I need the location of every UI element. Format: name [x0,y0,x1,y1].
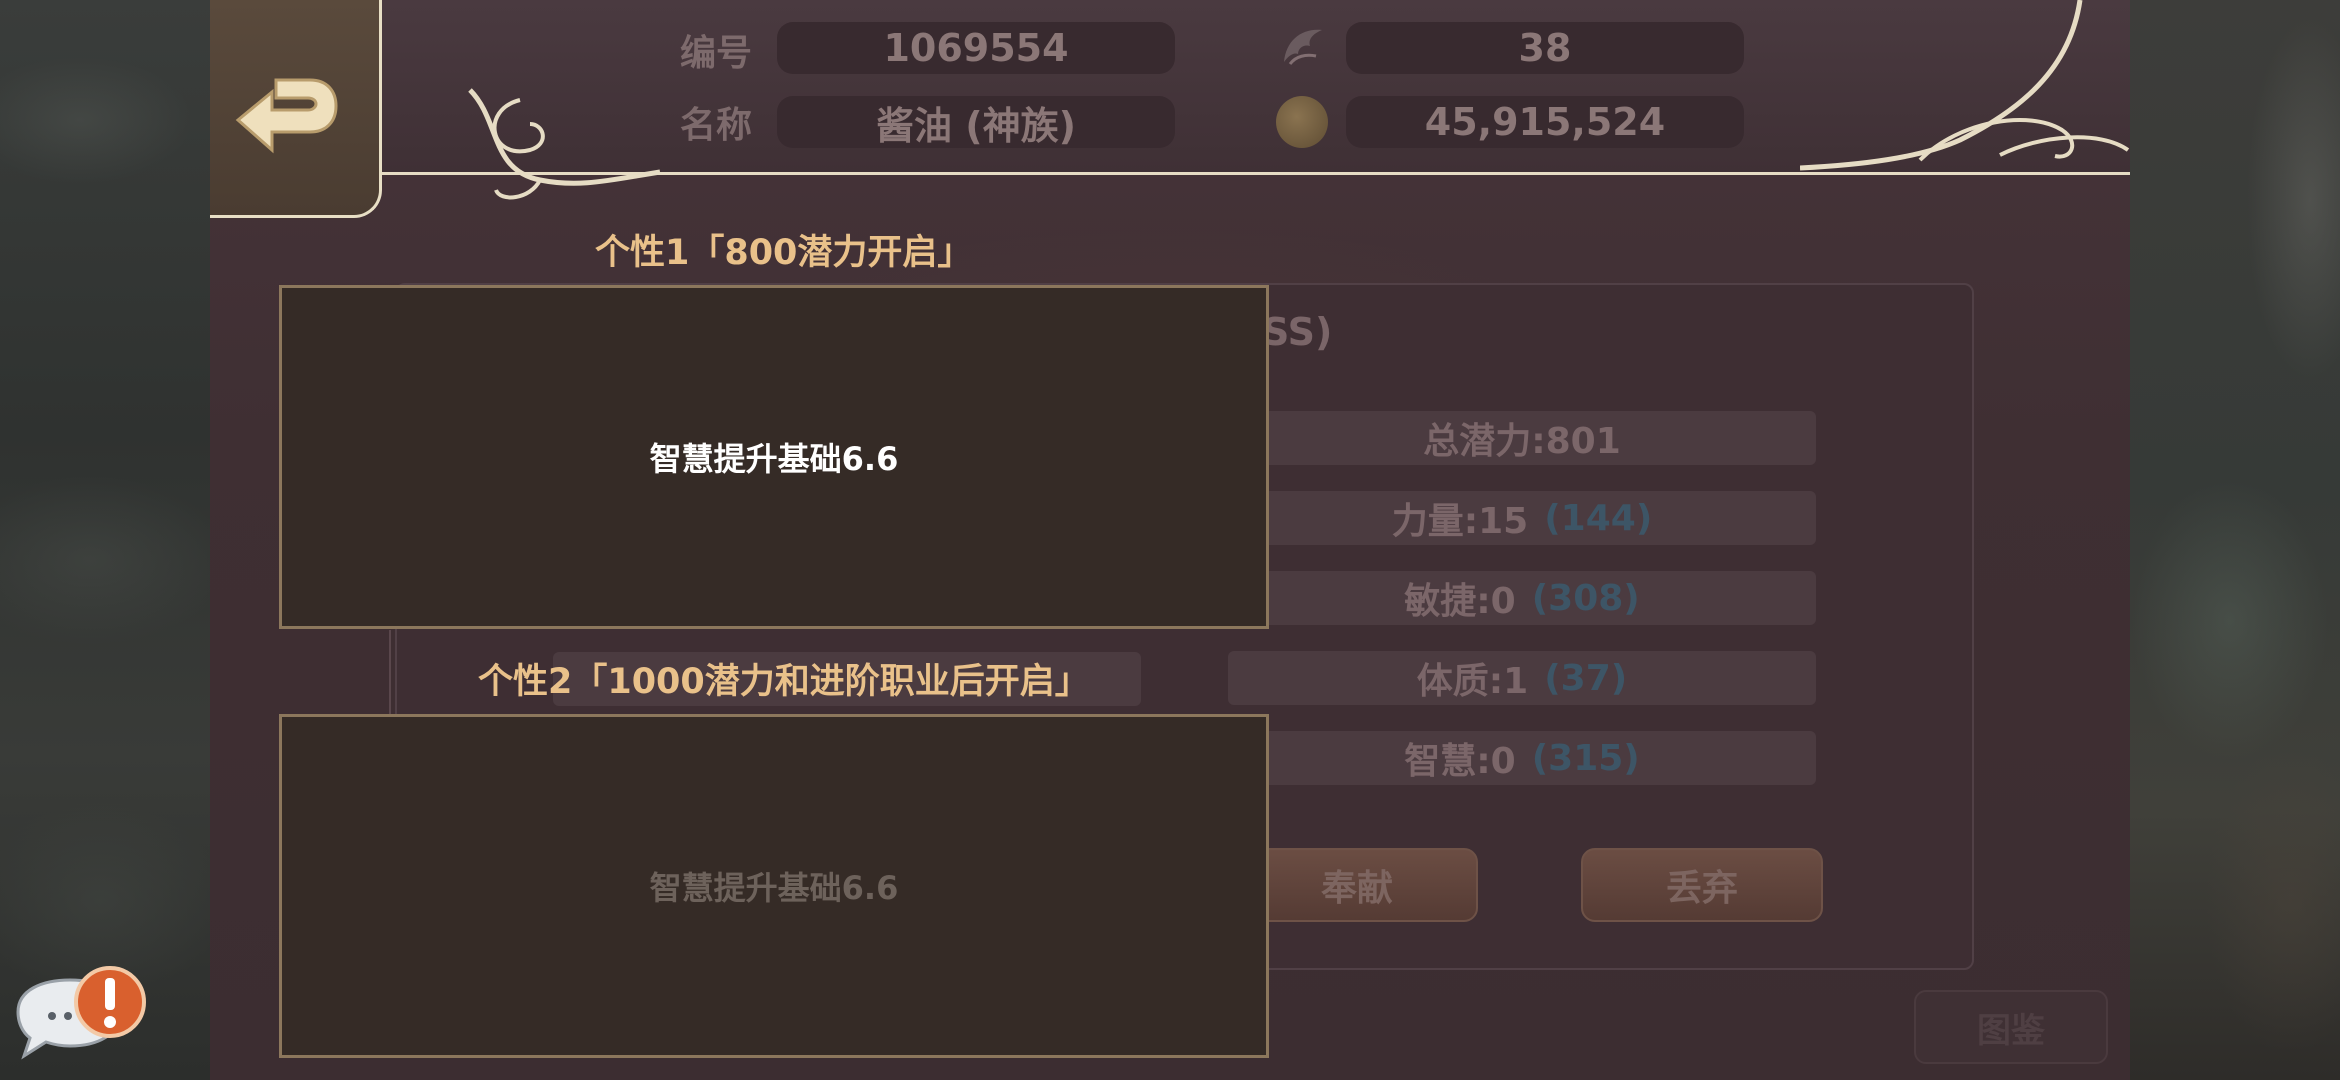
chat-button[interactable] [8,962,146,1066]
stat-wisdom-label: 智慧:0 [1404,741,1516,782]
stat-constitution-label: 体质:1 [1416,661,1529,702]
id-field: 1069554 [777,22,1175,74]
stat-wisdom-bonus: (315) [1531,737,1640,779]
stat-wisdom: 智慧:0 (315) [1228,731,1816,785]
contribute-button[interactable]: 奉献 [1236,848,1478,922]
trait-2-title: 个性2「1000潜力和进阶职业后开启」 [478,662,1090,702]
name-field: 酱油 (神族) [777,96,1175,148]
trait-2-box: 智慧提升基础6.6 [279,714,1269,1058]
background-scene-right [2130,0,2340,1080]
wing-badge-icon [1276,22,1328,74]
gold-coin-icon [1276,96,1328,148]
trait-1-box: 智慧提升基础6.6 [279,285,1269,629]
back-button[interactable] [210,0,382,218]
gold-field: 45,915,524 [1346,96,1744,148]
level-field: 38 [1346,22,1744,74]
stat-agility-bonus: (308) [1531,577,1640,619]
stat-constitution: 体质:1 (37) [1228,651,1816,705]
stat-agility: 敏捷:0 (308) [1228,571,1816,625]
stat-total-potential: 总潜力:801 [1228,411,1816,465]
trait-1-title: 个性1「800潜力开启」 [595,233,973,273]
stat-strength-label: 力量:15 [1391,501,1529,542]
trait-1-text: 智慧提升基础6.6 [649,440,899,478]
stat-total-potential-label: 总潜力:801 [1423,421,1621,462]
panel-divider [389,630,391,715]
name-label: 名称 [680,105,753,146]
exclamation-icon [74,966,146,1038]
panel-title-fragment: SS) [1262,310,1333,354]
stat-agility-label: 敏捷:0 [1404,581,1516,622]
codex-button[interactable]: 图鉴 [1914,990,2108,1064]
stat-strength: 力量:15 (144) [1228,491,1816,545]
discard-button[interactable]: 丢弃 [1581,848,1823,922]
id-label: 编号 [680,33,753,74]
trait-2-text: 智慧提升基础6.6 [649,869,899,907]
stat-strength-bonus: (144) [1544,497,1653,539]
background-scene-left [0,0,210,1080]
back-arrow-icon [235,78,338,154]
stat-constitution-bonus: (37) [1544,657,1628,699]
